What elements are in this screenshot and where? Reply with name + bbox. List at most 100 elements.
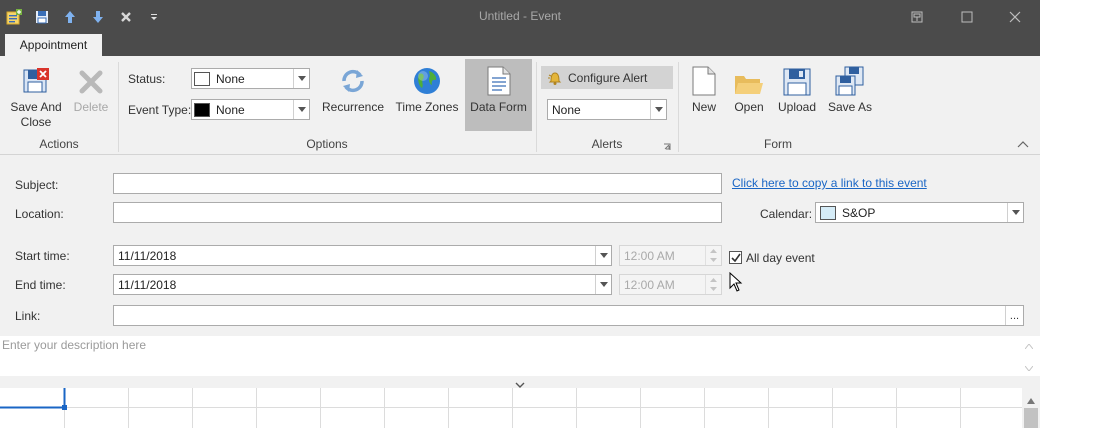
- location-input[interactable]: [113, 202, 722, 223]
- maximize-icon[interactable]: [942, 0, 992, 34]
- time-zones-button[interactable]: Time Zones: [392, 62, 462, 115]
- save-as-icon: [835, 62, 865, 96]
- open-label: Open: [734, 100, 764, 114]
- splitter[interactable]: [0, 376, 1040, 388]
- end-date-input[interactable]: 11/11/2018: [113, 274, 612, 295]
- start-time-value: 12:00 AM: [624, 248, 675, 263]
- new-label: New: [691, 100, 716, 114]
- save-as-button[interactable]: Save As: [826, 62, 874, 115]
- chevron-down-icon: [293, 69, 309, 88]
- all-day-checkbox[interactable]: [729, 251, 742, 264]
- tab-appointment[interactable]: Appointment: [5, 34, 102, 56]
- subject-input[interactable]: [113, 173, 722, 194]
- upload-button[interactable]: Upload: [775, 62, 819, 115]
- status-label: Status:: [128, 72, 166, 86]
- checkmark-icon: [730, 253, 741, 262]
- dialog-launcher-icon[interactable]: [663, 140, 671, 154]
- spin-up-icon: [706, 246, 721, 256]
- scroll-thumb[interactable]: [1024, 408, 1038, 428]
- calendar-swatch: [820, 205, 836, 220]
- description-placeholder: Enter your description here: [2, 338, 147, 352]
- title-bar: Untitled - Event: [0, 0, 1040, 34]
- spin-down-icon: [706, 285, 721, 295]
- event-type-combo[interactable]: None: [191, 99, 310, 120]
- save-and-close-label: Save And Close: [10, 100, 62, 129]
- copy-link[interactable]: Click here to copy a link to this event: [732, 176, 927, 190]
- ribbon-tab-row: Appointment: [0, 34, 1040, 56]
- recurrence-label: Recurrence: [321, 100, 385, 114]
- group-label-form: Form: [764, 137, 792, 151]
- link-browse-button[interactable]: ...: [1005, 306, 1023, 325]
- chevron-down-icon: [1007, 203, 1023, 222]
- upload-label: Upload: [777, 100, 817, 114]
- new-document-icon: [692, 62, 716, 96]
- calendar-label: Calendar:: [760, 207, 813, 221]
- event-type-swatch: [194, 102, 210, 117]
- document-icon: [487, 62, 511, 96]
- scroll-up-icon[interactable]: [1027, 393, 1035, 407]
- data-form-label: Data Form: [470, 100, 527, 114]
- status-swatch: [194, 71, 210, 86]
- start-time-label: Start time:: [15, 249, 70, 263]
- group-label-alerts: Alerts: [591, 137, 623, 151]
- close-window-icon[interactable]: [990, 0, 1040, 34]
- new-button[interactable]: New: [686, 62, 722, 115]
- link-input[interactable]: ...: [113, 305, 1024, 326]
- ribbon: Save And Close Delete Actions Status: No…: [0, 56, 1040, 155]
- open-folder-icon: [734, 62, 764, 96]
- configure-alert-button[interactable]: Configure Alert: [541, 66, 673, 89]
- save-and-close-button[interactable]: Save And Close: [6, 62, 66, 130]
- globe-icon: [412, 62, 442, 96]
- event-type-value: None: [216, 102, 245, 117]
- spin-up-icon: [706, 275, 721, 285]
- start-date-input[interactable]: 11/11/2018: [113, 245, 612, 266]
- alert-combo[interactable]: None: [547, 99, 667, 120]
- end-time-value: 12:00 AM: [624, 277, 675, 292]
- recurrence-button[interactable]: Recurrence: [320, 62, 386, 115]
- window-title: Untitled - Event: [478, 9, 562, 23]
- bell-icon: [547, 70, 563, 86]
- grid-scrollbar[interactable]: [1022, 388, 1040, 428]
- floppy-disk-icon: [783, 62, 811, 96]
- subject-label: Subject:: [15, 178, 59, 192]
- restore-icon[interactable]: [892, 0, 942, 34]
- delete-icon: [77, 62, 105, 96]
- all-day-label[interactable]: All day event: [746, 251, 815, 265]
- group-label-actions: Actions: [39, 137, 79, 151]
- description-editor[interactable]: Enter your description here: [0, 336, 1040, 376]
- collapse-ribbon-icon[interactable]: [1017, 137, 1029, 151]
- end-time-spinner[interactable]: [705, 275, 721, 294]
- status-combo[interactable]: None: [191, 68, 310, 89]
- chevron-down-icon: [293, 100, 309, 119]
- end-date-value: 11/11/2018: [118, 277, 177, 292]
- delete-button[interactable]: Delete: [70, 62, 112, 115]
- event-form: Subject: Click here to copy a link to th…: [0, 156, 1040, 336]
- spin-down-icon: [706, 256, 721, 266]
- data-form-button[interactable]: Data Form: [465, 59, 532, 131]
- configure-alert-label: Configure Alert: [568, 70, 648, 85]
- end-time-input[interactable]: 12:00 AM: [619, 274, 722, 295]
- grid-lines: [0, 388, 1022, 428]
- mouse-pointer-icon: [729, 271, 743, 295]
- alert-value: None: [552, 102, 581, 117]
- scroll-down-icon[interactable]: [1024, 360, 1034, 374]
- spreadsheet-grid[interactable]: [0, 388, 1022, 428]
- start-date-value: 11/11/2018: [118, 248, 177, 263]
- scroll-up-icon[interactable]: [1024, 338, 1034, 352]
- save-as-label: Save As: [827, 100, 873, 114]
- chevron-down-icon: [595, 246, 611, 265]
- location-label: Location:: [15, 207, 64, 221]
- time-zones-label: Time Zones: [395, 100, 459, 114]
- open-button[interactable]: Open: [729, 62, 769, 115]
- save-close-icon: [21, 62, 51, 96]
- description-scrollbar[interactable]: [1022, 336, 1036, 376]
- chevron-down-icon: [650, 100, 666, 119]
- end-time-label: End time:: [15, 278, 66, 292]
- start-time-input[interactable]: 12:00 AM: [619, 245, 722, 266]
- event-window: Untitled - Event Appointment Save And Cl…: [0, 0, 1040, 428]
- recurrence-icon: [338, 62, 368, 96]
- delete-label: Delete: [73, 100, 109, 114]
- calendar-value: S&OP: [842, 205, 876, 220]
- calendar-combo[interactable]: S&OP: [815, 202, 1024, 223]
- start-time-spinner[interactable]: [705, 246, 721, 265]
